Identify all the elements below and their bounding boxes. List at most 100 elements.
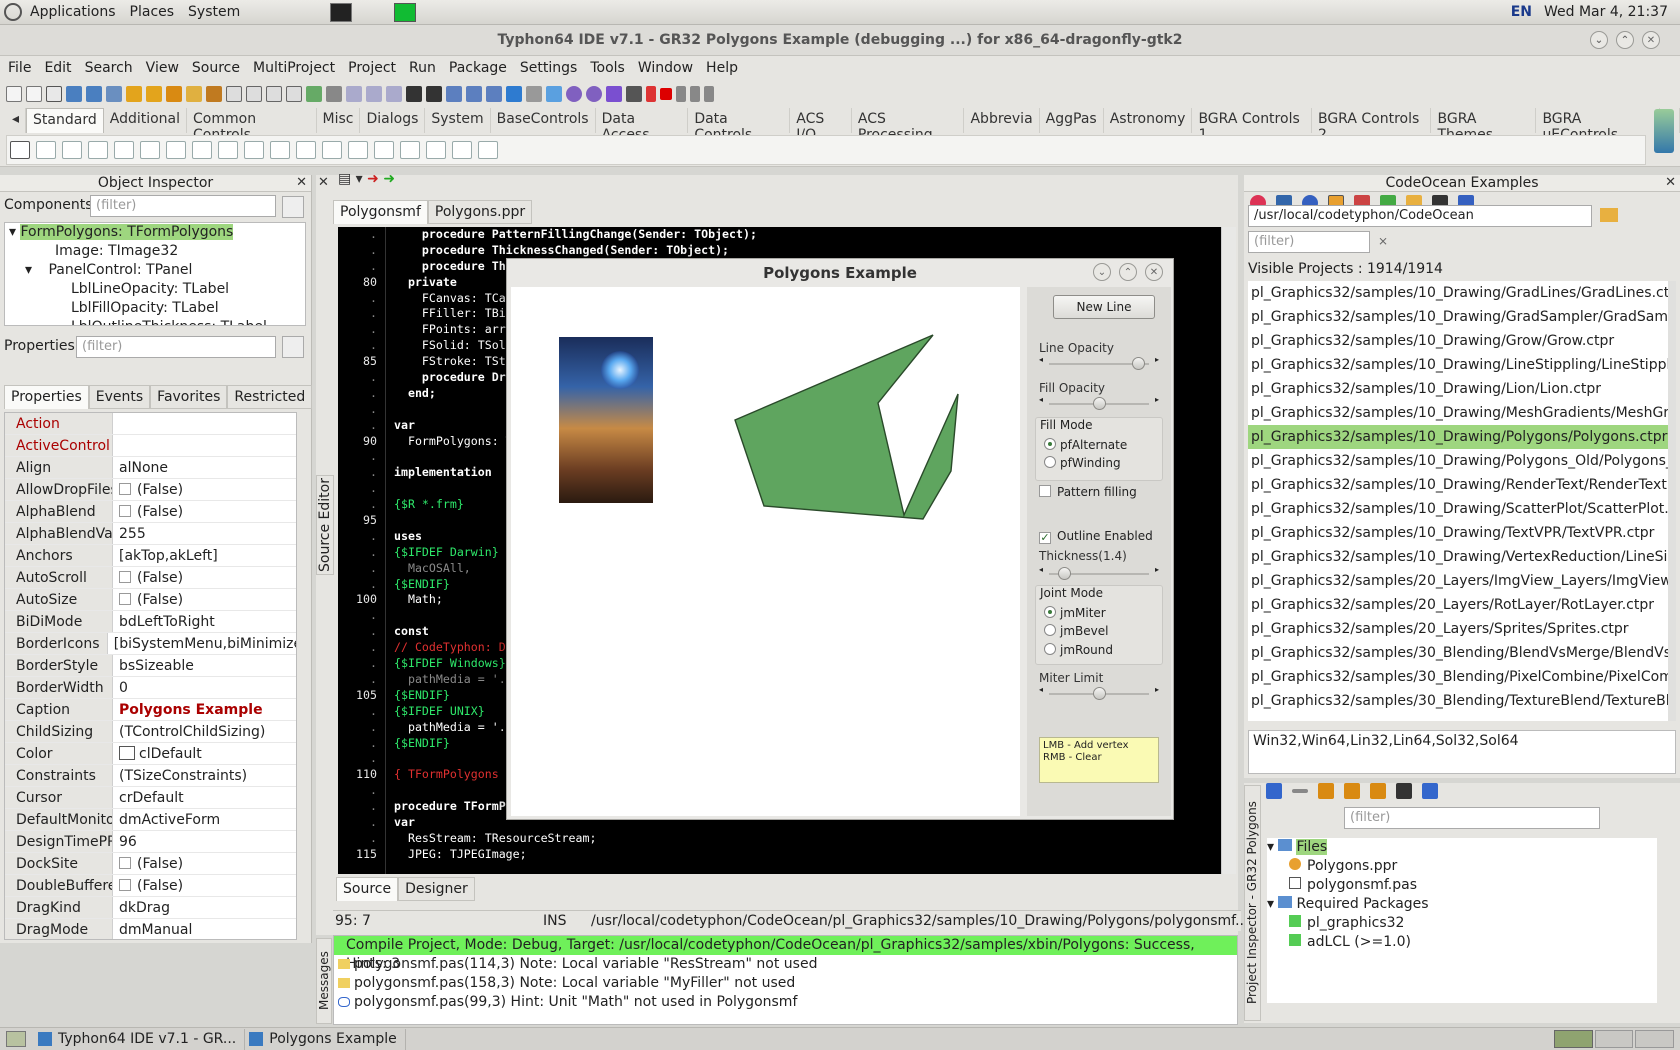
project-list-item[interactable]: pl_Graphics32/samples/10_Drawing/Grow/Gr… bbox=[1248, 329, 1672, 353]
line-number[interactable]: 115 bbox=[338, 847, 385, 863]
checkgroup-icon[interactable] bbox=[400, 141, 420, 159]
prop-row-childsizing[interactable]: ChildSizing (TControlChildSizing) bbox=[5, 721, 296, 743]
project-list-item[interactable]: pl_Graphics32/samples/30_Blending/Textur… bbox=[1248, 689, 1672, 713]
checkbox[interactable] bbox=[119, 505, 131, 517]
menu-tools[interactable]: Tools bbox=[590, 60, 625, 76]
line-number[interactable]: . bbox=[338, 306, 385, 322]
tab-bgra-themes[interactable]: BGRA Themes bbox=[1431, 108, 1537, 143]
line-number[interactable]: . bbox=[338, 481, 385, 497]
menu-project[interactable]: Project bbox=[348, 60, 396, 76]
tools-icon[interactable] bbox=[526, 85, 542, 102]
tab-polygons-ppr[interactable]: Polygons.ppr bbox=[427, 200, 533, 224]
prop-row-borderstyle[interactable]: BorderStyle bsSizeable bbox=[5, 655, 296, 677]
clear-filter-icon[interactable] bbox=[282, 196, 304, 218]
prop-row-borderwidth[interactable]: BorderWidth 0 bbox=[5, 677, 296, 699]
line-number[interactable]: . bbox=[338, 751, 385, 767]
menu-source[interactable]: Source bbox=[192, 60, 240, 76]
tree-item-lbloutlinethickness[interactable]: LblOutlineThickness: TLabel bbox=[5, 318, 305, 325]
tab-system[interactable]: System bbox=[425, 108, 491, 133]
line-number[interactable]: . bbox=[338, 529, 385, 545]
line-number[interactable]: . bbox=[338, 322, 385, 338]
checkbox[interactable] bbox=[119, 483, 131, 495]
line-number[interactable]: . bbox=[338, 672, 385, 688]
tab-common-controls[interactable]: Common Controls bbox=[187, 108, 317, 143]
components-filter-input[interactable]: (filter) bbox=[90, 195, 276, 217]
collapse-icon[interactable]: ▾ bbox=[25, 262, 36, 278]
line-number[interactable]: . bbox=[338, 783, 385, 799]
togglebox-icon[interactable] bbox=[192, 141, 212, 159]
prop-row-align[interactable]: Align alNone bbox=[5, 457, 296, 479]
tab-astronomy[interactable]: Astronomy bbox=[1104, 108, 1193, 133]
line-number[interactable]: . bbox=[338, 402, 385, 418]
binoculars-icon[interactable] bbox=[406, 85, 422, 102]
button-icon[interactable] bbox=[88, 141, 108, 159]
line-number[interactable]: 85 bbox=[338, 354, 385, 370]
line-number[interactable]: . bbox=[338, 545, 385, 561]
prop-row-activecontrol[interactable]: ActiveControl bbox=[5, 435, 296, 457]
collapse-icon[interactable]: ▾ bbox=[1267, 896, 1278, 912]
build-icon[interactable] bbox=[126, 85, 142, 102]
package-icon[interactable] bbox=[206, 85, 222, 102]
tab-bgra-controls-1[interactable]: BGRA Controls 1 bbox=[1192, 108, 1312, 143]
tab-basecontrols[interactable]: BaseControls bbox=[491, 108, 596, 133]
open-icon[interactable] bbox=[46, 85, 62, 102]
prop-row-doublebuffered[interactable]: DoubleBuffere (False) bbox=[5, 875, 296, 897]
stop-icon[interactable] bbox=[660, 87, 672, 100]
menu-multiproject[interactable]: MultiProject bbox=[253, 60, 335, 76]
line-number[interactable]: . bbox=[338, 736, 385, 752]
menu-package[interactable]: Package bbox=[449, 60, 507, 76]
binoculars2-icon[interactable] bbox=[426, 85, 442, 102]
radiogroup-icon[interactable] bbox=[374, 141, 394, 159]
tab-restricted[interactable]: Restricted bbox=[227, 385, 313, 409]
tab-properties[interactable]: Properties bbox=[4, 385, 89, 409]
line-number[interactable]: . bbox=[338, 497, 385, 513]
debug-window2-icon[interactable] bbox=[466, 85, 482, 102]
menu-window[interactable]: Window bbox=[638, 60, 693, 76]
line-number[interactable]: . bbox=[338, 561, 385, 577]
menu-settings[interactable]: Settings bbox=[520, 60, 577, 76]
menu-run[interactable]: Run bbox=[409, 60, 436, 76]
message-hint[interactable]: polygonsmf.pas(99,3) Hint: Unit "Math" n… bbox=[334, 993, 1237, 1012]
messages-side-tab[interactable]: Messages bbox=[316, 938, 332, 1024]
project-inspector-side-tab[interactable]: Project Inspector - GR32 Polygons bbox=[1244, 785, 1261, 1021]
tab-polygonsmf[interactable]: Polygonsmf bbox=[333, 200, 428, 224]
project-list-item[interactable]: pl_Graphics32/samples/10_Drawing/TextVPR… bbox=[1248, 521, 1672, 545]
line-number[interactable]: . bbox=[338, 815, 385, 831]
project-list-item[interactable]: pl_Graphics32/samples/10_Drawing/Lion/Li… bbox=[1248, 377, 1672, 401]
radio-jmbevel[interactable]: jmBevel bbox=[1044, 624, 1108, 638]
project-list-item[interactable]: pl_Graphics32/samples/20_Layers/RotLayer… bbox=[1248, 593, 1672, 617]
prop-row-caption[interactable]: Caption Polygons Example bbox=[5, 699, 296, 721]
line-number[interactable]: . bbox=[338, 656, 385, 672]
fill-opacity-slider[interactable]: ◂ ▸ bbox=[1039, 395, 1159, 410]
groupbox-icon[interactable] bbox=[348, 141, 368, 159]
options3-icon[interactable] bbox=[1370, 783, 1386, 799]
radiobutton-icon[interactable] bbox=[244, 141, 264, 159]
options-icon[interactable] bbox=[1318, 783, 1334, 799]
line-number[interactable]: 105 bbox=[338, 688, 385, 704]
memo-icon[interactable] bbox=[166, 141, 186, 159]
select-pointer-icon[interactable] bbox=[10, 141, 30, 159]
tab-bgra-uecontrols[interactable]: BGRA uEControls bbox=[1536, 108, 1660, 143]
tree-item-panelcontrol[interactable]: ▾ PanelControl: TPanel bbox=[5, 261, 305, 280]
tab-favorites[interactable]: Favorites bbox=[150, 385, 228, 409]
distro-logo-icon[interactable] bbox=[4, 3, 22, 21]
line-number[interactable]: . bbox=[338, 386, 385, 402]
line-number[interactable]: . bbox=[338, 370, 385, 386]
line-number[interactable]: . bbox=[338, 243, 385, 259]
remove-icon[interactable] bbox=[1292, 789, 1308, 793]
show-desktop-icon[interactable] bbox=[6, 1031, 26, 1047]
task-typhon-ide[interactable]: Typhon64 IDE v7.1 - GR... bbox=[34, 1028, 246, 1050]
palette-side-icon[interactable] bbox=[1654, 109, 1674, 153]
tab-misc[interactable]: Misc bbox=[317, 108, 361, 133]
view-units-icon[interactable] bbox=[346, 85, 362, 102]
project-filter-input[interactable]: (filter) bbox=[1344, 807, 1600, 829]
debug-window3-icon[interactable] bbox=[486, 85, 502, 102]
code-line[interactable]: procedure ThicknessChanged(Sender: TObje… bbox=[394, 243, 757, 259]
project-list-item[interactable]: pl_Graphics32/samples/10_Drawing/Polygon… bbox=[1248, 449, 1672, 473]
options-icon[interactable] bbox=[326, 85, 342, 102]
line-number[interactable]: 80 bbox=[338, 275, 385, 291]
close-icon[interactable]: ✕ bbox=[318, 175, 329, 190]
tab-bgra-controls-2[interactable]: BGRA Controls 2 bbox=[1312, 108, 1432, 143]
tab-data-access[interactable]: Data Access bbox=[596, 108, 689, 143]
line-number[interactable]: . bbox=[338, 720, 385, 736]
